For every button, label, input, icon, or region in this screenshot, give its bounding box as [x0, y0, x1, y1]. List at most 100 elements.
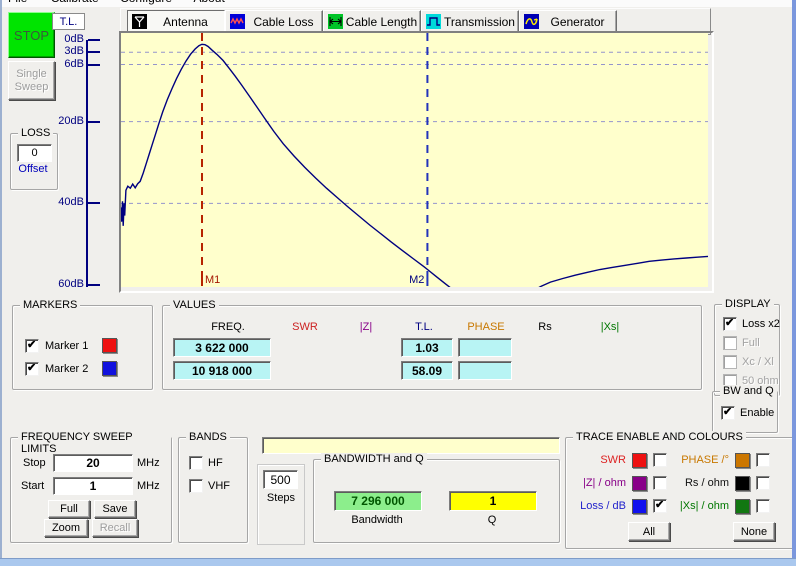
- menu-about[interactable]: About: [193, 0, 224, 5]
- xcxl-label: Xc / Xl: [742, 356, 774, 368]
- y-axis-label-60db: 60dB: [52, 278, 84, 291]
- values-header-rs: Rs: [523, 321, 567, 333]
- y-axis-label-0db: 0dB: [52, 33, 84, 46]
- y-axis-label-6db: 6dB: [52, 58, 84, 71]
- z-colour-swatch[interactable]: [632, 476, 647, 491]
- display-full-row: Full: [723, 336, 760, 350]
- q-label: Q: [449, 514, 535, 526]
- message-bar: [262, 437, 560, 454]
- recall-sweep-button[interactable]: Recall: [92, 519, 138, 537]
- bwq-enable-row: Enable: [721, 406, 774, 420]
- menu-configure[interactable]: Configure: [120, 0, 172, 5]
- loss-colour-swatch[interactable]: [632, 499, 647, 514]
- lossx2-checkbox[interactable]: [723, 317, 737, 331]
- values-header-phase: PHASE: [459, 321, 513, 333]
- marker2-phase-value: [458, 361, 512, 380]
- marker2-checkbox[interactable]: [25, 362, 39, 376]
- z-trace-checkbox[interactable]: [653, 476, 667, 490]
- swr-trace-label: SWR: [566, 454, 626, 466]
- marker1-color-swatch[interactable]: [102, 338, 117, 353]
- none-traces-button[interactable]: None: [733, 522, 775, 541]
- swr-trace-checkbox[interactable]: [653, 453, 667, 467]
- marker-label-m1: M1: [205, 274, 220, 286]
- marker1-tl-value: 1.03: [401, 338, 453, 357]
- loss-offset-input[interactable]: 0: [17, 144, 52, 162]
- antenna-button-label: Antenna: [147, 15, 224, 29]
- y-axis-tick-6db: [88, 64, 100, 66]
- cable-length-button-label: Cable Length: [343, 15, 420, 29]
- vhf-checkbox[interactable]: [189, 479, 203, 493]
- start-label: Start: [21, 480, 44, 492]
- lossx2-label: Loss x2: [742, 318, 780, 330]
- marker2-label: Marker 2: [45, 363, 88, 375]
- cable-loss-button[interactable]: Cable Loss: [225, 10, 323, 33]
- window-left-border: [0, 0, 2, 566]
- y-axis-label-20db: 20dB: [52, 115, 84, 128]
- transmission-icon: [426, 14, 441, 29]
- save-sweep-button[interactable]: Save: [94, 500, 136, 518]
- bw-and-q-group: BW and Q Enable: [712, 391, 778, 433]
- values-header-xs: |Xs|: [585, 321, 635, 333]
- values-header-freq: FREQ.: [183, 321, 273, 333]
- transmission-button[interactable]: Transmission: [421, 10, 519, 33]
- display-lossx2-row: Loss x2: [723, 317, 780, 331]
- bands-group-title: BANDS: [186, 431, 230, 443]
- swr-colour-swatch[interactable]: [632, 453, 647, 468]
- vhf-label: VHF: [208, 480, 230, 492]
- bwq-enable-checkbox[interactable]: [721, 406, 735, 420]
- xcxl-checkbox[interactable]: [723, 355, 737, 369]
- phase-trace-checkbox[interactable]: [756, 453, 770, 467]
- start-unit: MHz: [137, 480, 160, 492]
- trace-row-loss: Loss / dB |Xs| / ohm: [566, 499, 770, 513]
- full-checkbox[interactable]: [723, 336, 737, 350]
- loss-trace-checkbox[interactable]: [653, 499, 667, 513]
- zoom-sweep-button[interactable]: Zoom: [44, 519, 88, 537]
- display-xcxl-row: Xc / Xl: [723, 355, 774, 369]
- generator-button[interactable]: Generator: [519, 10, 617, 33]
- trace-colours-title: TRACE ENABLE AND COLOURS: [573, 431, 746, 443]
- xs-colour-swatch[interactable]: [735, 499, 750, 514]
- rs-trace-label: Rs / ohm: [667, 477, 729, 489]
- y-axis-tick-3db: [88, 51, 100, 53]
- all-traces-button[interactable]: All: [628, 522, 670, 541]
- window-bottom-border: [0, 558, 796, 566]
- chart-frame: M1M2: [119, 31, 714, 293]
- steps-input[interactable]: 500: [263, 470, 298, 489]
- trace-row-z: |Z| / ohm Rs / ohm: [566, 476, 770, 490]
- rs-trace-checkbox[interactable]: [756, 476, 770, 490]
- chart-plot-area[interactable]: M1M2: [121, 33, 708, 287]
- marker1-label: Marker 1: [45, 340, 88, 352]
- z-trace-label: |Z| / ohm: [566, 477, 626, 489]
- stop-freq-input[interactable]: 20: [53, 454, 133, 472]
- marker1-freq-value: 3 622 000: [173, 338, 271, 357]
- marker2-color-swatch[interactable]: [102, 361, 117, 376]
- loss-offset-label: Offset: [10, 163, 56, 175]
- hf-checkbox[interactable]: [189, 456, 203, 470]
- full-sweep-button[interactable]: Full: [48, 500, 90, 518]
- y-axis-tick-20db: [88, 121, 100, 123]
- loss-trace-label: Loss / dB: [566, 500, 626, 512]
- display-group-title: DISPLAY: [722, 298, 774, 310]
- cable-length-icon: [328, 14, 343, 29]
- xs-trace-checkbox[interactable]: [756, 499, 770, 513]
- cable-length-button[interactable]: Cable Length: [323, 10, 421, 33]
- marker1-checkbox[interactable]: [25, 339, 39, 353]
- trace-colours-group: TRACE ENABLE AND COLOURS SWR PHASE /° |Z…: [565, 437, 794, 549]
- marker1-phase-value: [458, 338, 512, 357]
- values-header-z: |Z|: [341, 321, 391, 333]
- antenna-button[interactable]: Antenna: [127, 10, 225, 33]
- transmission-button-label: Transmission: [441, 15, 518, 29]
- bandwidth-group-title: BANDWIDTH and Q: [321, 453, 427, 465]
- trace-row-swr: SWR PHASE /°: [566, 453, 770, 467]
- y-axis-tick-40db: [88, 202, 100, 204]
- phase-colour-swatch[interactable]: [735, 453, 750, 468]
- values-group: VALUES FREQ. SWR |Z| T.L. PHASE Rs |Xs| …: [162, 305, 702, 390]
- loss-group-title: LOSS: [18, 127, 53, 139]
- sweep-limits-group: FREQUENCY SWEEP LIMITS Stop 20 MHz Start…: [10, 437, 172, 543]
- display-group: DISPLAY Loss x2 Full Xc / Xl 50 ohm: [714, 304, 780, 396]
- start-freq-input[interactable]: 1: [53, 477, 133, 495]
- rs-colour-swatch[interactable]: [735, 476, 750, 491]
- bandwidth-label: Bandwidth: [334, 514, 420, 526]
- marker2-tl-value: 58.09: [401, 361, 453, 380]
- loss-curve: [121, 44, 708, 287]
